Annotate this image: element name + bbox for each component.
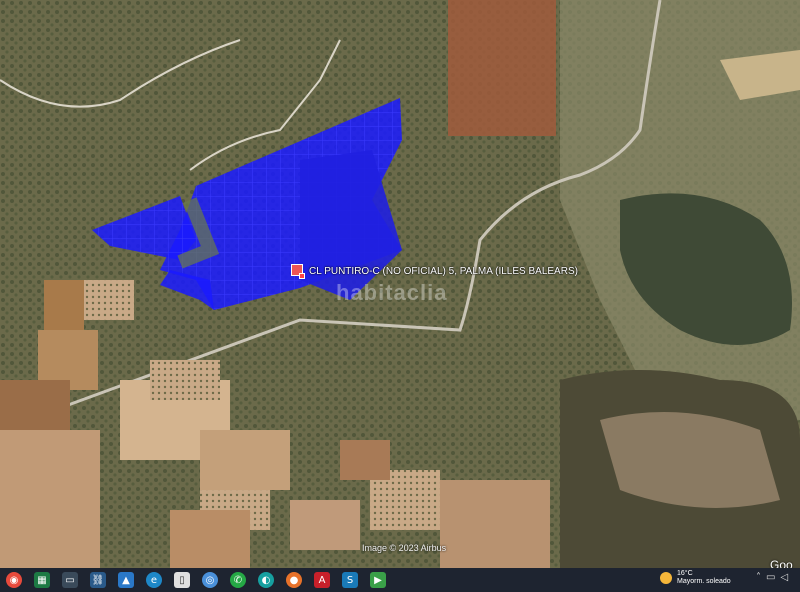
system-tray: ˄ ▭ ◁ [756, 572, 793, 583]
chevron-up-icon[interactable]: ˄ [756, 572, 761, 583]
watermark: habitaclia [336, 280, 448, 305]
location-pin-icon[interactable] [299, 273, 305, 279]
file-icon[interactable]: ▯ [174, 572, 190, 588]
edge-icon[interactable]: e [146, 572, 162, 588]
sharepoint-icon[interactable]: S [342, 572, 358, 588]
place-label[interactable]: CL PUNTIRO-C (NO OFICIAL) 5, PALMA (ILLE… [309, 266, 578, 277]
weather-temp: 16°C [677, 570, 693, 577]
start-icon[interactable]: ◉ [6, 572, 22, 588]
acrobat-icon[interactable]: A [314, 572, 330, 588]
image-credit: Image © 2023 Airbus [362, 543, 447, 553]
network-status-icon[interactable]: ▭ [766, 572, 775, 583]
sun-icon [660, 572, 672, 584]
weather-widget[interactable]: 16°C Mayorm. soleado [660, 570, 731, 586]
excel-icon[interactable]: ▦ [34, 572, 50, 588]
speaker-icon[interactable]: ◁ [780, 572, 788, 583]
presentation-icon[interactable]: ▭ [62, 572, 78, 588]
chrome-icon[interactable]: ◎ [202, 572, 218, 588]
photos-icon[interactable]: ▲ [118, 572, 134, 588]
whatsapp-icon[interactable]: ✆ [230, 572, 246, 588]
weather-condition: Mayorm. soleado [677, 578, 731, 585]
firefox-icon[interactable]: ● [286, 572, 302, 588]
network-icon[interactable]: ⛓ [90, 572, 106, 588]
app-icon[interactable]: ◐ [258, 572, 274, 588]
project-icon[interactable]: ▶ [370, 572, 386, 588]
